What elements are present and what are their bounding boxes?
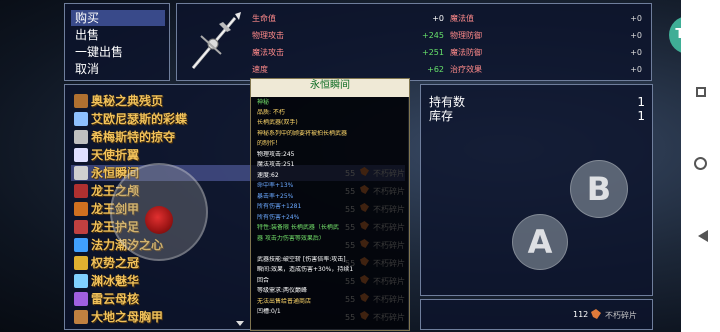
tooltip-line: 器 攻击力伤害等效果后） [257,234,325,242]
tooltip-line: 凹槽:0/1 [257,308,281,315]
recent-apps-icon[interactable] [696,87,706,97]
tooltip-line: 长柄武器(双手) [257,119,298,126]
butterfly-icon [74,112,88,126]
spear-icon [191,12,241,69]
tooltip-line: 暴击率+25% [257,192,294,200]
menu-buy[interactable]: 购买 [71,10,165,26]
book-icon [74,94,88,108]
spear-icon [74,166,88,180]
tooltip-line: 瞬间:效果，造成伤害+30%，持续1 [257,266,354,273]
tooltip-line: 特性:装备限 长柄武器（长柄武 [257,224,339,231]
item-name: 天使折翼 [91,148,140,162]
tooltip-title: 永恒瞬间 [310,80,350,91]
item-stats-panel: 生命值 +0 物理攻击 +245 魔法攻击 +251 速度 +62 魔法值 +0… [176,3,652,81]
scroll-down-icon[interactable] [236,321,244,326]
dragon-armor-icon [74,202,88,216]
tooltip-class: 神秘 [257,99,270,106]
tooltip-line: 的制作！ [257,140,282,147]
currency-name: 不朽碎片 [605,311,637,320]
dragon-boots-icon [74,220,88,234]
item-name: 雷云母核 [91,292,140,306]
gauntlet-icon [74,130,88,144]
b-button[interactable]: B [570,160,628,218]
stat-physical-defense: 物理防御 +0 [450,31,642,40]
tooltip-line: 等级需求:两仪巅峰 [257,287,308,294]
crown-icon [74,256,88,270]
ice-icon [74,274,88,288]
menu-cancel[interactable]: 取消 [71,61,165,77]
stat-hp: 生命值 +0 [252,14,444,23]
tooltip-line: 回合 [257,276,270,284]
menu-sell[interactable]: 出售 [71,27,165,43]
menu-sell-all[interactable]: 一键出售 [71,44,165,60]
tooltip-line: 武器技能:破空斩 [伤害倍率:攻击] [257,255,346,263]
wing-icon [74,148,88,162]
joystick-knob[interactable] [145,206,173,234]
stat-mp: 魔法值 +0 [450,14,642,23]
stat-speed: 速度 +62 [252,65,444,74]
item-name: 奥秘之典残页 [91,94,164,108]
stat-magic-attack: 魔法攻击 +251 [252,48,444,57]
item-name: 艾欧尼瑟斯的彩蝶 [91,112,188,126]
item-name: 大地之母胸甲 [91,310,164,324]
stat-healing: 治疗效果 +0 [450,65,642,74]
back-icon[interactable] [698,230,708,242]
tooltip-line: 神秘系列中的顾要将被拍长柄武器 [257,129,348,137]
stat-magic-defense: 魔法防御 +0 [450,48,642,57]
currency-panel: 112 不朽碎片 [420,299,653,330]
action-menu: 购买 出售 一键出售 取消 [64,3,170,81]
item-name: 渊冰魅华 [91,274,140,288]
tooltip-line: 无法出售给普通商店 [257,297,312,305]
tooltip-line: 所有伤害+1281 [257,203,302,210]
currency-amount: 112 [573,310,589,319]
a-button[interactable]: A [512,214,568,270]
dragon-skull-icon [74,184,88,198]
item-name: 权势之冠 [91,256,140,270]
heart-icon [74,238,88,252]
tooltip-line: 魔法攻击:251 [257,161,295,168]
cloud-icon [74,292,88,306]
item-name: 希梅斯特的掠夺 [91,130,176,144]
tooltip-line: 所有伤害+24% [257,213,300,221]
tooltip-line: 物理攻击:245 [257,150,295,158]
tooltip-line: 命中率+13% [257,182,294,189]
stat-physical-attack: 物理攻击 +245 [252,31,444,40]
home-icon[interactable] [694,157,707,170]
tooltip-quality: 品质: 不朽 [257,109,285,116]
stock-count-row: 库存 1 [429,109,645,123]
shard-icon [591,309,601,319]
chestplate-icon [74,310,88,324]
tooltip-line: 速度:62 [257,171,279,179]
item-tooltip: 永恒瞬间 神秘 品质: 不朽 长柄武器(双手) 神秘系列中的顾要将被拍长柄武器 的制… [250,78,410,331]
